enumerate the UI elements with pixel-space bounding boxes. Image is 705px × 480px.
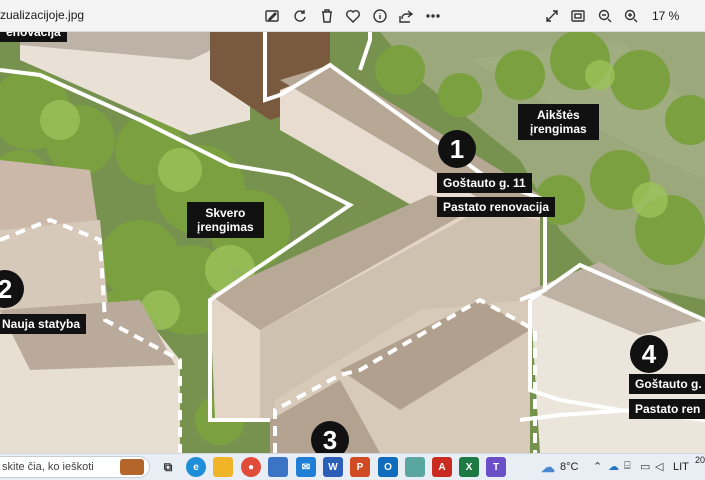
language-indicator[interactable]: LIT [673, 461, 689, 473]
task-view-icon[interactable]: ⧉ [158, 457, 178, 477]
delete-icon[interactable] [318, 7, 336, 25]
label-aikstes-irengimas: Aikštės įrengimas [518, 104, 599, 140]
taskbar-search[interactable]: skite čia, ko ieškoti [0, 456, 150, 478]
display-icon[interactable]: ▭ [640, 460, 650, 473]
share-icon[interactable] [397, 7, 415, 25]
image-viewport[interactable]: enovacija Aikštės įrengimas Skvero įreng… [0, 32, 705, 453]
label-nauja-statyba: Nauja statyba [0, 314, 87, 334]
store-icon[interactable] [268, 457, 288, 477]
windows-taskbar: skite čia, ko ieškoti ⧉ e ● ✉ W P O A X … [0, 453, 705, 480]
clock[interactable]: 20 [695, 455, 705, 465]
zoom-out-icon[interactable] [596, 7, 614, 25]
label-gostauto-right: Goštauto g. [629, 374, 705, 394]
info-icon[interactable] [371, 7, 389, 25]
marker-3: 3 [311, 421, 349, 453]
architecture-render [0, 32, 705, 453]
photos-toolbar: zualizacijoje.jpg 17 % [0, 0, 705, 32]
search-placeholder: skite čia, ko ieškoti [2, 461, 94, 473]
skvero-line1: Skvero [205, 206, 246, 220]
marker-1: 1 [438, 130, 476, 168]
word-icon[interactable]: W [323, 457, 343, 477]
outlook-icon[interactable]: O [378, 457, 398, 477]
zoom-in-icon[interactable] [622, 7, 640, 25]
zoom-level: 17 % [652, 9, 680, 23]
weather-icon[interactable]: ☁ [538, 457, 558, 477]
edge-icon[interactable]: e [186, 457, 206, 477]
teams-icon[interactable]: T [486, 457, 506, 477]
pdf-icon[interactable]: A [432, 457, 452, 477]
chrome-icon[interactable]: ● [241, 457, 261, 477]
volume-icon[interactable]: ◁ [655, 460, 663, 473]
aikstes-line2: įrengimas [530, 122, 587, 136]
more-icon[interactable] [424, 7, 442, 25]
fit-icon[interactable] [569, 7, 587, 25]
powerpoint-icon[interactable]: P [350, 457, 370, 477]
aikstes-line1: Aikštės [537, 108, 580, 122]
favorite-icon[interactable] [344, 7, 362, 25]
label-pastato-renovacija-right: Pastato ren [629, 399, 705, 419]
fullscreen-icon[interactable] [543, 7, 561, 25]
skvero-line2: įrengimas [197, 220, 254, 234]
excel-icon[interactable]: X [459, 457, 479, 477]
mail-icon[interactable]: ✉ [296, 457, 316, 477]
edit-icon[interactable] [263, 7, 281, 25]
tray-chevron-icon[interactable]: ⌃ [593, 460, 602, 473]
label-renovacija-top: enovacija [0, 32, 67, 42]
onedrive-icon[interactable]: ☁ [608, 460, 619, 473]
weather-temp: 8°C [560, 461, 579, 473]
label-skvero-irengimas: Skvero įrengimas [187, 202, 264, 238]
file-explorer-icon[interactable] [213, 457, 233, 477]
marker-4: 4 [630, 335, 668, 373]
notes-icon[interactable] [405, 457, 425, 477]
label-gostauto-11: Goštauto g. 11 [437, 173, 532, 193]
search-highlight-icon [120, 459, 144, 475]
label-pastato-renovacija: Pastato renovacija [437, 197, 556, 217]
network-icon[interactable]: ⌸ [624, 460, 631, 473]
file-name: zualizacijoje.jpg [0, 8, 85, 22]
rotate-icon[interactable] [291, 7, 309, 25]
